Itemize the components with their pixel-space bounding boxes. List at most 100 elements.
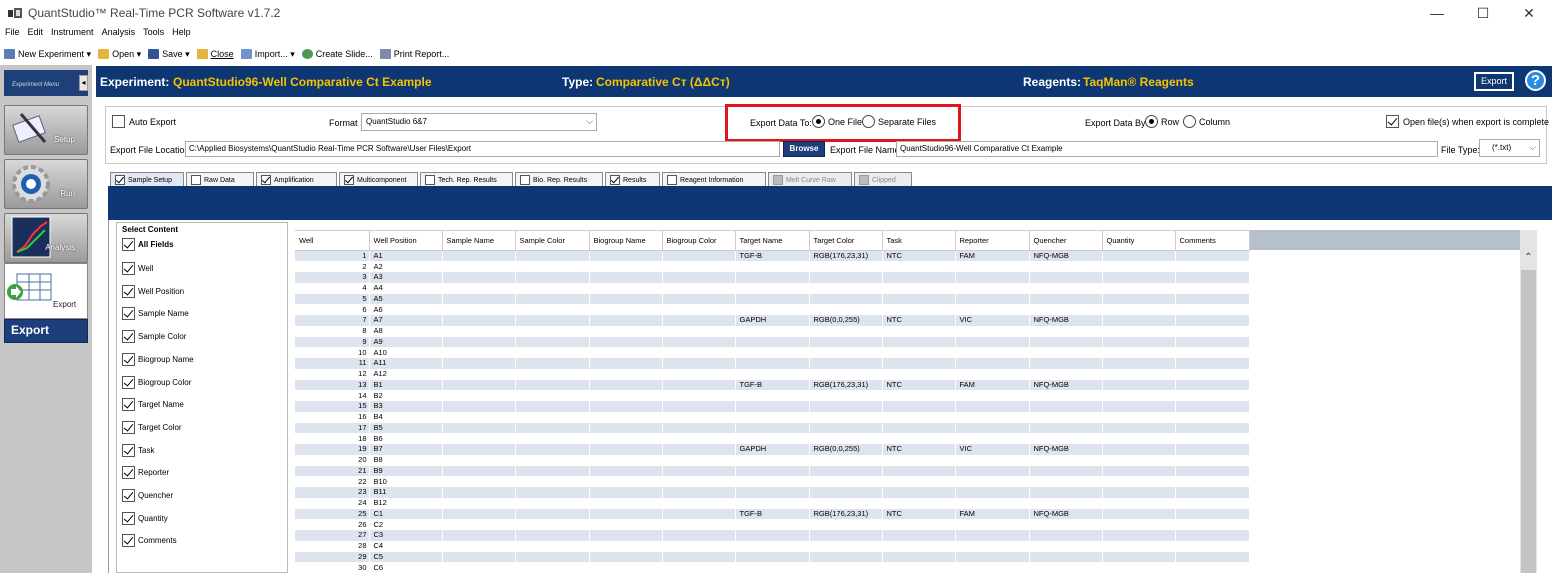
column-radio[interactable]: Column	[1183, 115, 1230, 128]
nav-run[interactable]: Run	[4, 159, 88, 209]
menu-tools[interactable]: Tools	[143, 27, 164, 37]
table-row[interactable]: 19 B7 GAPDH RGB(0,0,255) NTC VIC NFQ-MGB	[295, 444, 1250, 455]
field-well[interactable]: Well	[122, 262, 153, 275]
table-row[interactable]: 25 C1 TGF-B RGB(176,23,31) NTC FAM NFQ-MGB	[295, 508, 1250, 520]
maximize-icon[interactable]: ☐	[1460, 0, 1506, 26]
menu-analysis[interactable]: Analysis	[102, 27, 136, 37]
table-row[interactable]: 7 A7 GAPDH RGB(0,0,255) NTC VIC NFQ-MGB	[295, 315, 1250, 326]
open-files-checkbox[interactable]: Open file(s) when export is complete	[1386, 115, 1549, 128]
column-header[interactable]: Target Name	[735, 230, 810, 251]
tab-results[interactable]: Results	[605, 172, 660, 187]
browse-button[interactable]: Browse	[783, 141, 825, 157]
column-header[interactable]: Task	[882, 230, 956, 251]
minimize-icon[interactable]: —	[1414, 0, 1460, 26]
help-icon[interactable]: ?	[1525, 70, 1546, 91]
nav-setup[interactable]: Setup	[4, 105, 88, 155]
column-header[interactable]: Well Position	[369, 230, 443, 251]
tab-multicomponent[interactable]: Multicomponent	[339, 172, 418, 187]
file-name-input[interactable]: QuantStudio96-Well Comparative Ct Exampl…	[896, 141, 1438, 157]
table-row[interactable]: 16 B4	[295, 411, 1250, 423]
field-reporter[interactable]: Reporter	[122, 466, 169, 479]
table-row[interactable]: 20 B8	[295, 454, 1250, 466]
print-report-button[interactable]: Print Report...	[379, 49, 449, 59]
close-icon[interactable]: ✕	[1506, 0, 1552, 26]
nav-export[interactable]: Export	[4, 263, 88, 319]
table-row[interactable]: 9 A9	[295, 336, 1250, 348]
field-task[interactable]: Task	[122, 444, 154, 457]
column-header[interactable]: Reporter	[955, 230, 1030, 251]
scroll-up-icon[interactable]: ⌃	[1520, 252, 1537, 266]
field-target-name[interactable]: Target Name	[122, 398, 184, 411]
table-row[interactable]: 13 B1 TGF-B RGB(176,23,31) NTC FAM NFQ-MGB	[295, 379, 1250, 391]
column-header[interactable]: Target Color	[809, 230, 883, 251]
table-row[interactable]: 24 B12	[295, 497, 1250, 509]
column-header[interactable]: Biogroup Name	[589, 230, 663, 251]
save-button[interactable]: Save ▾	[148, 49, 190, 60]
column-header[interactable]: Quencher	[1029, 230, 1103, 251]
table-row[interactable]: 29 C5	[295, 551, 1250, 563]
table-row[interactable]: 2 A2	[295, 261, 1250, 272]
tab-melt-curve-raw[interactable]: Melt Curve Raw	[768, 172, 852, 187]
table-row[interactable]: 1 A1 TGF-B RGB(176,23,31) NTC FAM NFQ-MGB	[295, 250, 1250, 262]
tab-amplification[interactable]: Amplification	[256, 172, 337, 187]
tab-bio-rep-results[interactable]: Bio. Rep. Results	[515, 172, 603, 187]
tab-sample-setup[interactable]: Sample Setup	[110, 172, 184, 187]
column-header[interactable]: Well	[295, 230, 370, 251]
column-header[interactable]: Quantity	[1102, 230, 1176, 251]
menu-file[interactable]: File	[5, 27, 20, 37]
field-sample-name[interactable]: Sample Name	[122, 307, 189, 320]
export-button[interactable]: Export	[1474, 72, 1514, 91]
menu-instrument[interactable]: Instrument	[51, 27, 94, 37]
table-row[interactable]: 4 A4	[295, 282, 1250, 294]
table-row[interactable]: 3 A3	[295, 272, 1250, 283]
field-biogroup-name[interactable]: Biogroup Name	[122, 353, 194, 366]
field-all-fields[interactable]: All Fields	[122, 238, 174, 251]
menu-edit[interactable]: Edit	[28, 27, 44, 37]
field-quantity[interactable]: Quantity	[122, 512, 168, 525]
table-row[interactable]: 5 A5	[295, 293, 1250, 305]
format-select[interactable]: QuantStudio 6&7 ⌵	[361, 113, 597, 131]
table-row[interactable]: 15 B3	[295, 401, 1250, 412]
column-header[interactable]: Sample Name	[442, 230, 516, 251]
table-row[interactable]: 14 B2	[295, 390, 1250, 401]
table-row[interactable]: 12 A12	[295, 368, 1250, 380]
table-row[interactable]: 26 C2	[295, 519, 1250, 530]
table-row[interactable]: 11 A11	[295, 358, 1250, 369]
field-quencher[interactable]: Quencher	[122, 489, 173, 502]
tab-tech-rep-results[interactable]: Tech. Rep. Results	[420, 172, 513, 187]
create-slide-button[interactable]: Create Slide...	[301, 49, 373, 59]
nav-analysis[interactable]: Analysis	[4, 213, 88, 263]
menu-help[interactable]: Help	[172, 27, 191, 37]
tab-reagent-information[interactable]: Reagent Information	[662, 172, 766, 187]
column-header[interactable]: Sample Color	[515, 230, 590, 251]
file-location-input[interactable]: C:\Applied Biosystems\QuantStudio Real-T…	[185, 141, 780, 157]
tab-raw-data[interactable]: Raw Data	[186, 172, 254, 187]
close-button[interactable]: Close	[196, 49, 234, 59]
table-row[interactable]: 22 B10	[295, 476, 1250, 487]
table-row[interactable]: 10 A10	[295, 347, 1250, 358]
table-row[interactable]: 17 B5	[295, 422, 1250, 434]
collapse-icon[interactable]: ◂	[79, 75, 88, 91]
auto-export-checkbox[interactable]: Auto Export	[112, 115, 176, 128]
table-row[interactable]: 6 A6	[295, 304, 1250, 315]
table-row[interactable]: 8 A8	[295, 325, 1250, 337]
scrollbar-thumb[interactable]	[1521, 270, 1536, 573]
tab-clipped[interactable]: Clipped	[854, 172, 912, 187]
nav-export-active-label[interactable]: Export	[4, 319, 88, 343]
field-well-position[interactable]: Well Position	[122, 285, 184, 298]
import-button[interactable]: Import... ▾	[240, 49, 295, 60]
auto-export-box[interactable]	[112, 115, 125, 128]
table-row[interactable]: 30 C6	[295, 562, 1250, 573]
row-radio[interactable]: Row	[1145, 115, 1179, 128]
new-experiment-button[interactable]: New Experiment ▾	[4, 49, 91, 60]
file-type-select[interactable]: (*.txt) ⌵	[1479, 139, 1540, 157]
open-button[interactable]: Open ▾	[98, 49, 141, 60]
table-row[interactable]: 27 C3	[295, 530, 1250, 541]
field-comments[interactable]: Comments	[122, 534, 177, 547]
table-row[interactable]: 18 B6	[295, 433, 1250, 444]
column-header[interactable]: Comments	[1175, 230, 1250, 251]
field-biogroup-color[interactable]: Biogroup Color	[122, 376, 191, 389]
table-row[interactable]: 28 C4	[295, 540, 1250, 552]
table-row[interactable]: 21 B9	[295, 465, 1250, 477]
field-target-color[interactable]: Target Color	[122, 421, 182, 434]
